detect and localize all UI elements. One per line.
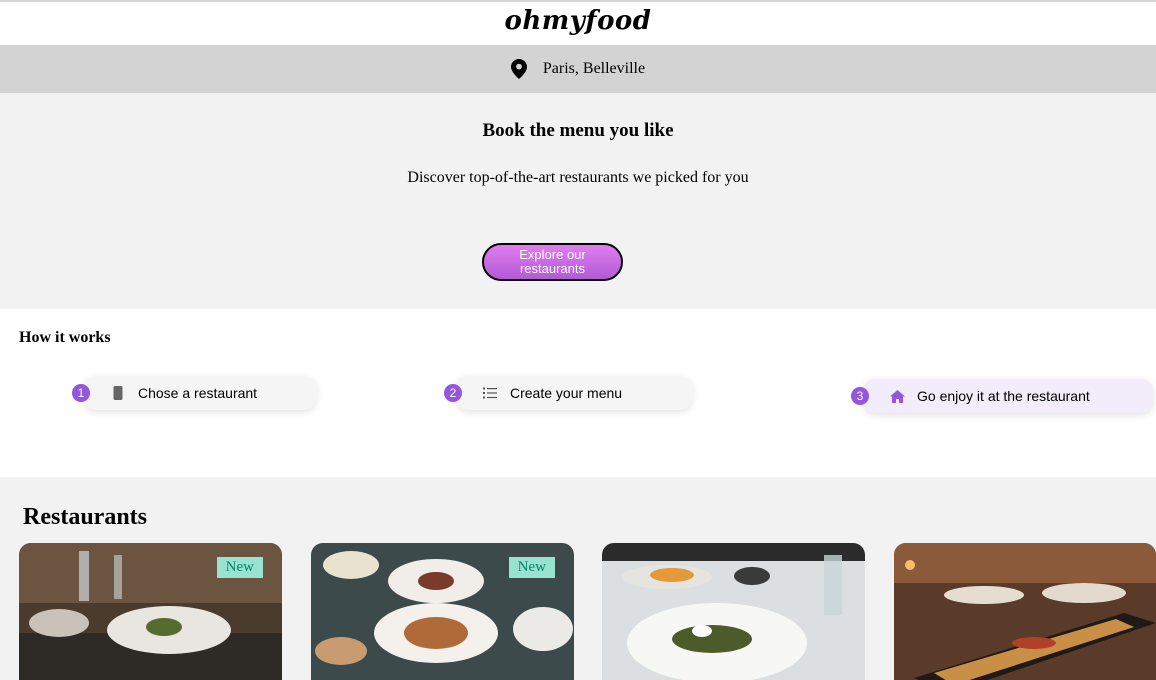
site-header: ohmyfood <box>0 2 1156 45</box>
logo[interactable]: ohmyfood <box>505 6 652 36</box>
hero-subtitle: Discover top-of-the-art restaurants we p… <box>407 169 749 186</box>
explore-restaurants-button[interactable]: Explore our restaurants <box>482 243 623 281</box>
location-text: Paris, Belleville <box>542 60 646 77</box>
how-it-works-section: How it works 1 Chose a restaurant 2 Crea… <box>0 309 1156 477</box>
step-card: Chose a restaurant <box>84 376 316 410</box>
phone-icon <box>110 385 126 401</box>
hero-title: Book the menu you like <box>482 120 674 141</box>
list-icon <box>482 385 498 401</box>
step-1: 1 Chose a restaurant <box>72 376 316 410</box>
location-bar: Paris, Belleville <box>0 45 1156 93</box>
restaurants-title: Restaurants <box>23 504 147 530</box>
step-label: Create your menu <box>510 385 623 401</box>
hero-section: Book the menu you like Discover top-of-t… <box>0 93 1156 309</box>
restaurant-card[interactable]: New <box>19 543 282 680</box>
step-number: 2 <box>444 384 462 402</box>
new-badge: New <box>216 557 263 578</box>
restaurant-card[interactable] <box>602 543 865 680</box>
restaurant-photo <box>602 543 865 680</box>
how-it-works-title: How it works <box>19 329 111 346</box>
restaurants-section: Restaurants New New <box>0 477 1156 680</box>
step-3: 3 Go enjoy it at the restaurant <box>851 379 1153 413</box>
step-2: 2 Create your menu <box>444 376 692 410</box>
step-label: Go enjoy it at the restaurant <box>917 388 1090 404</box>
new-badge: New <box>508 557 555 578</box>
step-card: Create your menu <box>456 376 692 410</box>
restaurant-card[interactable] <box>894 543 1156 680</box>
step-number: 1 <box>72 384 90 402</box>
step-card: Go enjoy it at the restaurant <box>863 379 1153 413</box>
location-pin-icon <box>510 59 527 79</box>
step-number: 3 <box>851 387 869 405</box>
restaurant-photo <box>894 543 1156 680</box>
restaurant-card[interactable]: New <box>311 543 574 680</box>
step-label: Chose a restaurant <box>138 385 258 401</box>
home-icon <box>889 388 905 404</box>
